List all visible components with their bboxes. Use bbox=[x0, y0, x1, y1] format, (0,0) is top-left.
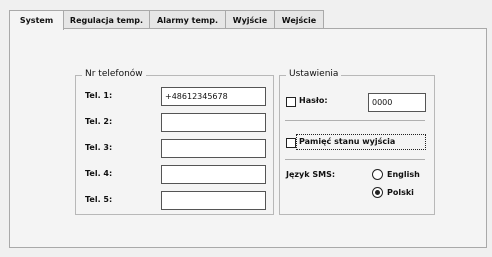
tab-system[interactable]: System bbox=[9, 10, 64, 30]
tel-3-label: Tel. 3: bbox=[85, 143, 113, 152]
password-label: Hasło: bbox=[299, 96, 328, 105]
settings-separator-2 bbox=[285, 159, 425, 160]
sms-language-label: Język SMS: bbox=[286, 170, 336, 179]
tab-wyjscie[interactable]: Wyjście bbox=[225, 10, 275, 29]
tab-alarmy-temp-label: Alarmy temp. bbox=[157, 15, 218, 25]
tel-5-input[interactable] bbox=[161, 191, 266, 210]
tel-3-input[interactable] bbox=[161, 139, 266, 158]
tel-1-input[interactable] bbox=[161, 87, 266, 106]
tab-bar: System Regulacja temp. Alarmy temp. Wyjś… bbox=[9, 10, 324, 30]
tel-2-label: Tel. 2: bbox=[85, 117, 113, 126]
tab-wejscie-label: Wejście bbox=[281, 15, 317, 25]
settings-window: System Regulacja temp. Alarmy temp. Wyjś… bbox=[0, 0, 492, 257]
tel-4-input[interactable] bbox=[161, 165, 266, 184]
tab-system-label: System bbox=[19, 16, 54, 25]
sms-language-polski-label[interactable]: Polski bbox=[387, 188, 414, 197]
sms-language-english-label[interactable]: English bbox=[387, 170, 420, 179]
settings-separator-1 bbox=[285, 120, 425, 121]
tel-2-input[interactable] bbox=[161, 113, 266, 132]
tab-wejscie[interactable]: Wejście bbox=[274, 10, 324, 29]
password-checkbox[interactable] bbox=[286, 97, 296, 107]
sms-language-english-radio[interactable] bbox=[372, 169, 383, 180]
password-input[interactable] bbox=[368, 93, 426, 112]
sms-language-polski-radio[interactable] bbox=[372, 187, 383, 198]
tel-5-label: Tel. 5: bbox=[85, 195, 113, 204]
tab-regulacja-temp[interactable]: Regulacja temp. bbox=[63, 10, 150, 29]
tel-1-label: Tel. 1: bbox=[85, 91, 113, 100]
tab-wyjscie-label: Wyjście bbox=[232, 15, 268, 25]
tab-regulacja-temp-label: Regulacja temp. bbox=[69, 15, 144, 25]
tab-alarmy-temp[interactable]: Alarmy temp. bbox=[149, 10, 226, 29]
output-memory-checkbox[interactable] bbox=[286, 138, 296, 148]
settings-title: Ustawienia bbox=[286, 69, 342, 79]
tel-4-label: Tel. 4: bbox=[85, 169, 113, 178]
phone-numbers-title: Nr telefonów bbox=[82, 69, 146, 79]
output-memory-label[interactable]: Pamięć stanu wyjścia bbox=[299, 137, 395, 146]
